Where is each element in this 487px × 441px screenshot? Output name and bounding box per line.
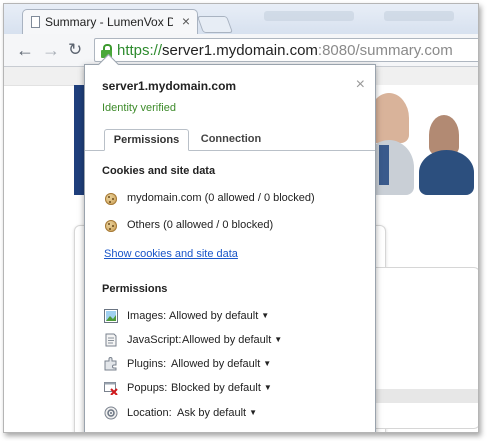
permission-label: JavaScript: xyxy=(127,334,182,346)
browser-window: Summary - LumenVox Da × ← → ↻ https://se… xyxy=(3,3,479,433)
person-photo xyxy=(429,115,459,155)
images-permission-select[interactable]: Allowed by default ▼ xyxy=(169,310,269,322)
person-tie xyxy=(379,145,389,185)
url-path: :8080/summary.com xyxy=(317,42,453,59)
popups-permission-select[interactable]: Blocked by default ▼ xyxy=(171,382,272,394)
permission-value: Blocked by default xyxy=(171,382,261,394)
cookie-counts: (0 allowed / 0 blocked) xyxy=(204,192,315,204)
cookie-icon xyxy=(105,193,117,205)
blurred-tab-area xyxy=(264,11,354,21)
tab-connection[interactable]: Connection xyxy=(191,129,271,151)
document-icon xyxy=(31,16,40,28)
popup-close-icon[interactable]: × xyxy=(356,77,365,93)
blurred-tab-area xyxy=(384,11,454,21)
cookies-section-title: Cookies and site data xyxy=(102,165,216,177)
forward-icon[interactable]: → xyxy=(42,40,60,60)
popup-blocked-icon xyxy=(104,381,118,396)
plugins-permission-select[interactable]: Allowed by default ▼ xyxy=(171,358,271,370)
cookie-site: mydomain.com xyxy=(127,192,202,204)
dropdown-caret-icon: ▼ xyxy=(261,311,270,320)
location-icon xyxy=(104,406,118,420)
person-photo xyxy=(419,150,474,195)
popup-domain: server1.mydomain.com xyxy=(102,79,237,93)
permission-label: Popups: xyxy=(127,382,168,394)
tab-permissions[interactable]: Permissions xyxy=(104,129,189,151)
dropdown-caret-icon: ▼ xyxy=(263,359,272,368)
location-permission-select[interactable]: Ask by default ▼ xyxy=(177,407,257,419)
permission-value: Ask by default xyxy=(177,407,247,419)
cookie-counts: (0 allowed / 0 blocked) xyxy=(163,219,274,231)
permission-label: Location: xyxy=(127,407,172,419)
url-text: https://server1.mydomain.com:8080/summar… xyxy=(117,42,453,59)
permission-label: Plugins: xyxy=(127,358,167,370)
plugin-icon xyxy=(104,357,118,371)
browser-tab[interactable]: Summary - LumenVox Da × xyxy=(22,9,198,34)
dropdown-caret-icon: ▼ xyxy=(274,335,283,344)
dropdown-caret-icon: ▼ xyxy=(249,408,258,417)
content-bar xyxy=(366,389,478,403)
toolbar: ← → ↻ https://server1.mydomain.com:8080/… xyxy=(4,34,478,67)
reload-icon[interactable]: ↻ xyxy=(68,40,82,60)
show-cookies-link[interactable]: Show cookies and site data xyxy=(104,248,238,260)
permission-value: Allowed by default xyxy=(182,334,272,346)
identity-status: Identity verified xyxy=(102,102,176,114)
tab-close-icon[interactable]: × xyxy=(182,13,190,29)
back-icon[interactable]: ← xyxy=(16,40,34,60)
cookie-row: Others (0 allowed / 0 blocked) xyxy=(127,219,273,231)
permission-label: Images: xyxy=(127,310,167,322)
image-icon xyxy=(104,309,118,323)
tab-strip: Summary - LumenVox Da × xyxy=(4,4,478,34)
permission-value: Allowed by default xyxy=(171,358,261,370)
url-host: server1.mydomain.com xyxy=(162,42,318,59)
permission-value: Allowed by default xyxy=(169,310,259,322)
dropdown-caret-icon: ▼ xyxy=(263,383,272,392)
tab-title: Summary - LumenVox Da xyxy=(45,15,173,29)
address-bar[interactable]: https://server1.mydomain.com:8080/summar… xyxy=(94,38,478,62)
url-scheme: https:// xyxy=(117,42,163,59)
popup-tabs: Permissions Connection xyxy=(85,129,375,151)
javascript-permission-select[interactable]: Allowed by default ▼ xyxy=(182,334,282,346)
content-panel xyxy=(366,267,478,429)
javascript-icon xyxy=(104,333,118,347)
cookie-row: mydomain.com (0 allowed / 0 blocked) xyxy=(127,192,315,204)
site-info-popup: server1.mydomain.com × Identity verified… xyxy=(84,53,376,432)
cookie-site: Others xyxy=(127,219,161,231)
permissions-section-title: Permissions xyxy=(102,283,168,295)
cookie-icon xyxy=(105,220,117,232)
new-tab-button[interactable] xyxy=(196,16,234,33)
